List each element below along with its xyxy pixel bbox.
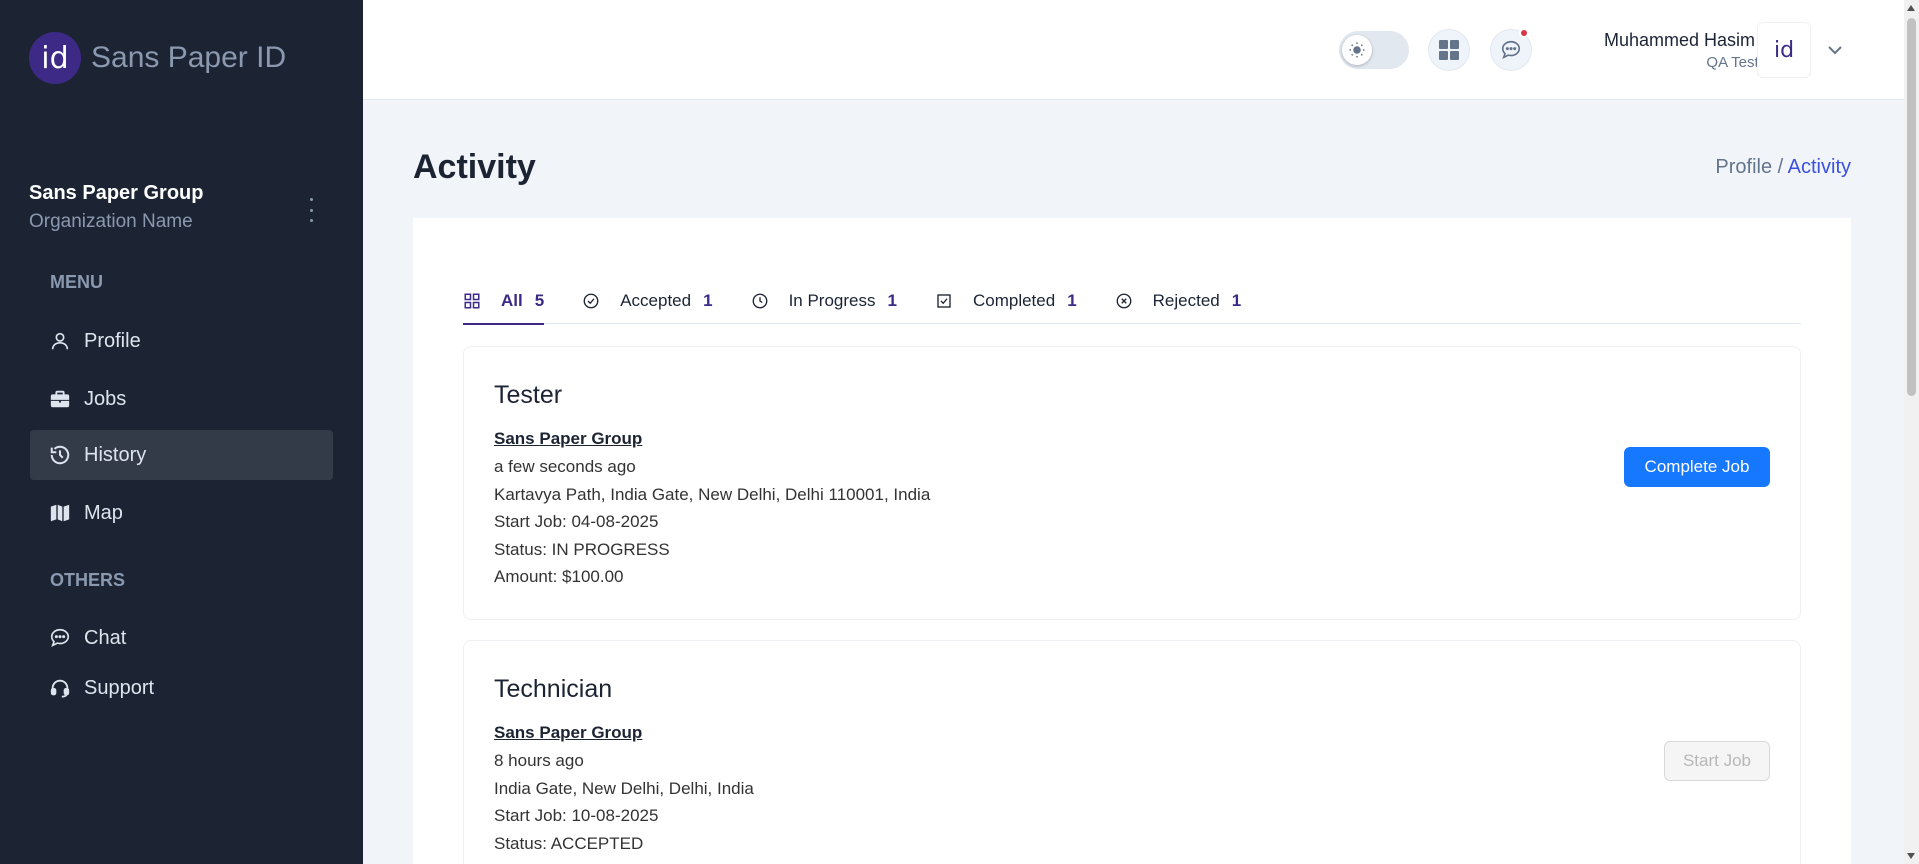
scroll-up-icon[interactable] [1907, 5, 1915, 11]
job-address: India Gate, New Delhi, Delhi, India [494, 779, 754, 798]
complete-job-button[interactable]: Complete Job [1624, 447, 1770, 487]
organization-name: Sans Paper Group [29, 182, 204, 204]
scroll-down-icon[interactable] [1907, 853, 1915, 859]
sidebar-item-label: Chat [84, 626, 127, 649]
apps-grid-icon [1439, 40, 1459, 60]
x-circle-icon [1115, 292, 1133, 310]
job-title: Technician [494, 675, 613, 703]
breadcrumb-profile-link[interactable]: Profile / [1715, 156, 1783, 178]
sidebar-item-label: History [84, 443, 147, 466]
sidebar-item-support[interactable]: Support [30, 663, 333, 713]
tab-accepted[interactable]: Accepted 1 [582, 278, 713, 324]
history-icon [48, 443, 72, 467]
headset-icon [48, 676, 72, 700]
message-icon [1501, 40, 1521, 59]
clock-icon [751, 292, 769, 310]
page-scrollbar[interactable] [1904, 0, 1919, 864]
more-vertical-icon[interactable] [303, 198, 319, 222]
job-start-date: Start Job: 04-08-2025 [494, 512, 659, 531]
breadcrumb-current: Activity [1787, 156, 1851, 178]
tab-completed[interactable]: Completed 1 [935, 278, 1077, 324]
tab-all[interactable]: All 5 [463, 278, 545, 325]
job-address: Kartavya Path, India Gate, New Delhi, De… [494, 485, 931, 504]
sidebar-item-jobs[interactable]: Jobs [30, 374, 333, 424]
start-job-button[interactable]: Start Job [1664, 741, 1770, 781]
company-link[interactable]: Sans Paper Group [494, 429, 642, 449]
job-status: Status: IN PROGRESS [494, 540, 670, 559]
tab-label: Accepted [620, 291, 692, 310]
sidebar-item-label: Profile [84, 329, 141, 352]
tab-count: 5 [534, 291, 545, 310]
tab-count: 1 [1067, 291, 1077, 310]
apps-grid-button[interactable] [1428, 29, 1470, 71]
chevron-down-icon[interactable] [1823, 38, 1847, 62]
scroll-thumb[interactable] [1907, 18, 1916, 396]
top-header: Muhammed Hasim S QA Tester id [363, 0, 1904, 100]
job-amount: Amount: $100.00 [494, 567, 624, 586]
job-status: Status: ACCEPTED [494, 834, 644, 853]
job-start-date: Start Job: 10-08-2025 [494, 806, 659, 825]
tab-label: In Progress [788, 291, 876, 310]
dark-mode-toggle[interactable] [1339, 31, 1409, 69]
tab-count: 1 [703, 291, 713, 310]
tab-label: Completed [972, 291, 1056, 310]
tab-label: All [501, 291, 523, 310]
job-title: Tester [494, 381, 563, 409]
activity-tabs: All 5 Accepted 1 In Progress 1 Completed… [463, 278, 1801, 325]
sun-icon [1342, 35, 1372, 65]
sidebar-item-profile[interactable]: Profile [30, 316, 333, 366]
organization-subtitle: Organization Name [29, 211, 193, 232]
briefcase-icon [48, 387, 72, 411]
notification-dot [1519, 28, 1529, 38]
brand-logo: id [29, 32, 81, 84]
sidebar-item-label: Map [84, 501, 123, 524]
tab-rejected[interactable]: Rejected 1 [1115, 278, 1242, 324]
grid-icon [463, 292, 481, 310]
user-name[interactable]: Muhammed Hasim S [1604, 30, 1772, 51]
activity-panel: All 5 Accepted 1 In Progress 1 Completed… [413, 218, 1851, 864]
sidebar-item-label: Jobs [84, 387, 127, 410]
job-card: Tester Sans Paper Group a few seconds ag… [463, 346, 1801, 620]
checkbox-icon [935, 292, 953, 310]
sidebar: id Sans Paper ID Sans Paper Group Organi… [0, 0, 363, 864]
company-link[interactable]: Sans Paper Group [494, 723, 642, 743]
tab-count: 1 [1231, 291, 1242, 310]
avatar[interactable]: id [1757, 22, 1811, 78]
map-icon [48, 501, 72, 525]
check-circle-icon [582, 292, 600, 310]
breadcrumb: Profile / Activity [1715, 156, 1851, 179]
brand[interactable]: id Sans Paper ID [29, 32, 286, 84]
page-title: Activity [413, 148, 536, 186]
job-time: 8 hours ago [494, 751, 584, 770]
user-icon [48, 329, 72, 353]
sidebar-item-map[interactable]: Map [30, 488, 333, 538]
messages-button[interactable] [1490, 28, 1532, 71]
tab-in-progress[interactable]: In Progress 1 [751, 278, 897, 324]
organization-info: Sans Paper Group Organization Name [29, 182, 204, 233]
chat-icon [48, 626, 72, 650]
tab-count: 1 [887, 291, 897, 310]
tab-label: Rejected [1152, 291, 1220, 310]
others-section-title: OTHERS [50, 570, 126, 590]
job-card: Technician Sans Paper Group 8 hours ago … [463, 640, 1801, 864]
sidebar-item-label: Support [84, 676, 155, 699]
brand-name: Sans Paper ID [91, 41, 287, 74]
sidebar-item-history[interactable]: History [30, 430, 333, 480]
menu-section-title: MENU [50, 272, 103, 292]
job-time: a few seconds ago [494, 457, 636, 476]
sidebar-item-chat[interactable]: Chat [30, 613, 333, 663]
